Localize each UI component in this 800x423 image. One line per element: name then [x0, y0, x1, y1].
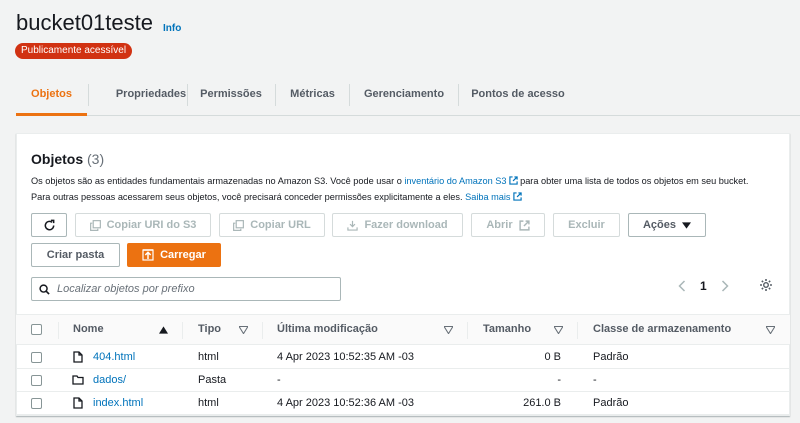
delete-button[interactable]: Excluir [553, 213, 620, 237]
download-label: Fazer download [364, 219, 448, 231]
refresh-button[interactable] [31, 213, 67, 237]
objects-title: Objetos [31, 151, 84, 167]
external-link-icon [508, 176, 518, 185]
column-divider [467, 322, 468, 339]
column-header-name[interactable]: Nome [73, 323, 104, 335]
copy-url-button[interactable]: Copiar URL [219, 213, 325, 237]
upload-label: Carregar [160, 249, 206, 261]
file-icon [73, 351, 83, 363]
column-header-storage-class[interactable]: Classe de armazenamento [593, 323, 731, 335]
download-button[interactable]: Fazer download [332, 213, 463, 237]
objects-count: (3) [87, 151, 105, 167]
object-size: 0 B [544, 351, 561, 363]
copy-url-label: Copiar URL [250, 219, 311, 231]
tab-bar: Objetos Propriedades Permissões Métricas… [16, 76, 800, 116]
select-all-checkbox[interactable] [31, 324, 42, 335]
table-row[interactable]: 404.html html 4 Apr 2023 10:52:35 AM -03… [16, 346, 790, 369]
object-last-modified: 4 Apr 2023 10:52:36 AM -03 [277, 397, 414, 409]
object-storage-class: - [593, 374, 597, 386]
sort-icon[interactable] [766, 326, 775, 334]
search-icon [39, 283, 50, 295]
objects-description-line1: Os objetos são as entidades fundamentais… [31, 176, 748, 186]
create-folder-button[interactable]: Criar pasta [31, 243, 120, 267]
actions-dropdown[interactable]: Ações [628, 213, 706, 237]
object-type: html [198, 351, 219, 363]
object-last-modified: - [277, 374, 281, 386]
tab-pontos-de-acesso[interactable]: Pontos de acesso [459, 76, 577, 116]
download-icon [347, 220, 359, 231]
actions-label: Ações [642, 219, 677, 231]
tab-permissoes[interactable]: Permissões [188, 76, 274, 116]
column-divider [58, 322, 59, 339]
objects-heading: Objetos (3) [31, 151, 104, 167]
copy-s3-uri-button[interactable]: Copiar URI do S3 [75, 213, 211, 237]
column-divider [262, 322, 263, 339]
current-page[interactable]: 1 [700, 279, 707, 293]
sort-ascending-icon[interactable] [159, 326, 168, 334]
table-row[interactable]: index.html html 4 Apr 2023 10:52:36 AM -… [16, 392, 790, 415]
learn-more-link[interactable]: Saiba mais [465, 192, 510, 202]
tab-objetos[interactable]: Objetos [16, 76, 87, 116]
desc-text: Para outras pessoas acessarem seus objet… [31, 192, 466, 202]
public-access-badge: Publicamente acessível [15, 43, 133, 59]
column-header-last-modified[interactable]: Última modificação [277, 323, 378, 335]
tab-gerenciamento[interactable]: Gerenciamento [350, 76, 458, 116]
column-header-type[interactable]: Tipo [198, 323, 221, 335]
object-last-modified: 4 Apr 2023 10:52:35 AM -03 [277, 351, 414, 363]
pagination: 1 [678, 277, 729, 295]
sort-icon[interactable] [554, 326, 563, 334]
external-link-icon [512, 192, 522, 201]
search-box [31, 277, 341, 301]
chevron-left-icon[interactable] [678, 280, 686, 292]
upload-icon [142, 249, 154, 261]
object-name-link[interactable]: 404.html [93, 351, 135, 363]
folder-icon [72, 375, 84, 385]
object-type: Pasta [198, 374, 227, 386]
column-header-size[interactable]: Tamanho [483, 323, 531, 335]
sort-icon[interactable] [239, 326, 248, 334]
row-checkbox[interactable] [31, 398, 42, 409]
objects-description-line2: Para outras pessoas acessarem seus objet… [31, 192, 522, 202]
column-divider [577, 322, 578, 339]
table-header: Nome Tipo Última modificação Tamanho Cla… [16, 314, 790, 345]
tab-metricas[interactable]: Métricas [276, 76, 349, 116]
sort-icon[interactable] [444, 326, 453, 334]
inventory-link[interactable]: inventário do Amazon S3 [404, 176, 506, 186]
refresh-icon [44, 219, 54, 230]
search-input[interactable] [57, 283, 327, 295]
copy-icon [89, 219, 101, 231]
desc-text: Os objetos são as entidades fundamentais… [31, 176, 405, 186]
row-checkbox[interactable] [31, 375, 42, 386]
copy-icon [233, 219, 245, 231]
object-name-link[interactable]: index.html [93, 397, 143, 409]
external-link-icon [519, 219, 530, 231]
settings-gear-icon[interactable] [759, 278, 773, 292]
table-row[interactable]: dados/ Pasta - - - [16, 369, 790, 392]
open-label: Abrir [486, 219, 513, 231]
info-link[interactable]: Info [163, 23, 181, 34]
object-storage-class: Padrão [593, 351, 629, 363]
object-storage-class: Padrão [593, 397, 629, 409]
open-button[interactable]: Abrir [471, 213, 545, 237]
delete-label: Excluir [568, 219, 605, 231]
create-folder-label: Criar pasta [46, 249, 105, 261]
object-size: - [557, 374, 561, 386]
object-size: 261.0 B [523, 397, 561, 409]
chevron-right-icon[interactable] [721, 280, 729, 292]
upload-button[interactable]: Carregar [127, 243, 221, 267]
file-icon [73, 397, 83, 409]
copy-s3-uri-label: Copiar URI do S3 [106, 219, 197, 231]
desc-text: para obter uma lista de todos os objetos… [520, 176, 749, 186]
row-checkbox[interactable] [31, 352, 42, 363]
caret-down-icon [682, 221, 692, 229]
object-name-link[interactable]: dados/ [93, 374, 126, 386]
column-divider [182, 322, 183, 339]
object-type: html [198, 397, 219, 409]
bucket-title: bucket01teste [16, 10, 153, 35]
